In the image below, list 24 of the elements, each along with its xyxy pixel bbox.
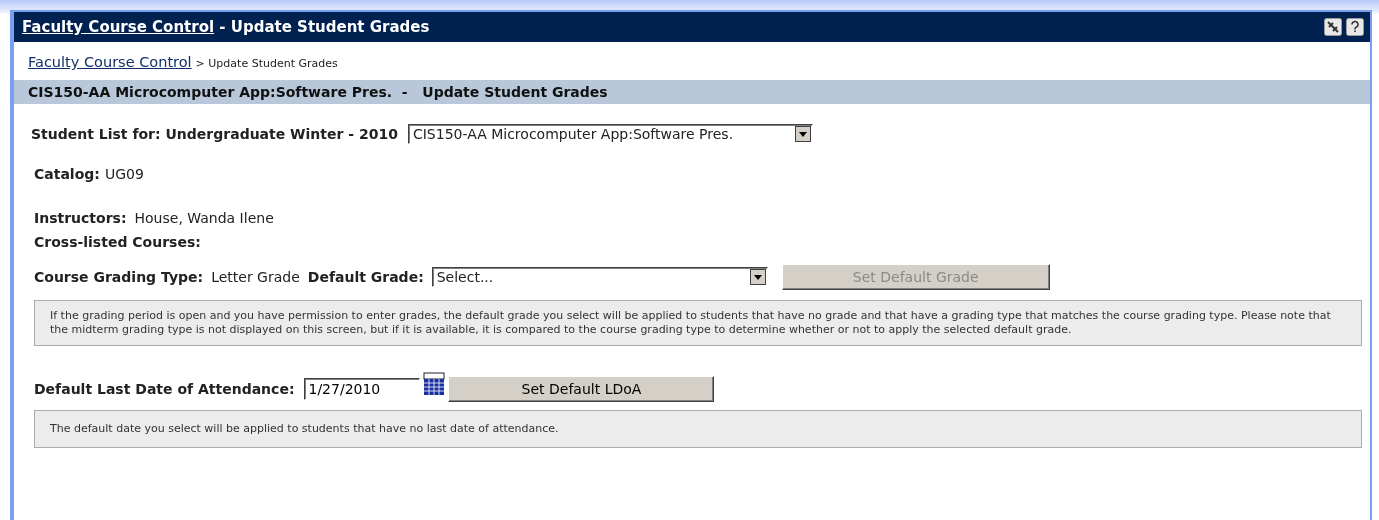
instructors-value: House, Wanda Ilene <box>134 210 274 226</box>
instructors-label: Instructors: <box>34 210 127 226</box>
grade-note: If the grading period is open and you have permission to enter grades, the default grade you select will be applied to students that have no grade and that have a grading type that matches the course grading type. Please note that the midterm grading type is not displayed on this screen, but if it is available, it is compared to the course grading type to determine whether or not to apply the selected default grade. <box>34 300 1362 346</box>
section-header: CIS150-AA Microcomputer App:Software Pres. - Update Student Grades <box>14 80 1370 104</box>
tools-icon[interactable] <box>1324 18 1342 36</box>
title-link[interactable]: Faculty Course Control <box>22 18 215 36</box>
catalog-value: UG09 <box>104 166 144 182</box>
help-icon[interactable] <box>1346 18 1364 36</box>
date-field[interactable]: 1/27/2010 <box>304 378 421 400</box>
breadcrumb-link[interactable]: Faculty Course Control <box>28 54 192 70</box>
set-default-ldoa-button[interactable]: Set Default LDoA <box>448 376 715 402</box>
cross-listed-label: Cross-listed Courses: <box>34 234 201 250</box>
grading-type-label: Course Grading Type: <box>34 269 204 285</box>
calendar-icon[interactable] <box>422 372 447 396</box>
breadcrumb-current: > Update Student Grades <box>195 57 338 70</box>
student-list-label: Student List for: Undergraduate Winter - 2010 <box>31 126 398 142</box>
grading-type-value: Letter Grade <box>211 269 300 285</box>
default-grade-dropdown[interactable]: Select... <box>431 267 768 287</box>
course-dropdown[interactable]: CIS150-AA Microcomputer App:Software Pres. <box>407 124 813 144</box>
window-title: Faculty Course Control - Update Student Grades <box>22 18 431 36</box>
ldoa-note: The default date you select will be applied to students that have no last date of attendance. <box>34 410 1362 448</box>
ldoa-label: Default Last Date of Attendance: <box>34 381 295 397</box>
default-grade-label: Default Grade: <box>307 269 424 285</box>
catalog-label: Catalog: <box>34 166 100 182</box>
